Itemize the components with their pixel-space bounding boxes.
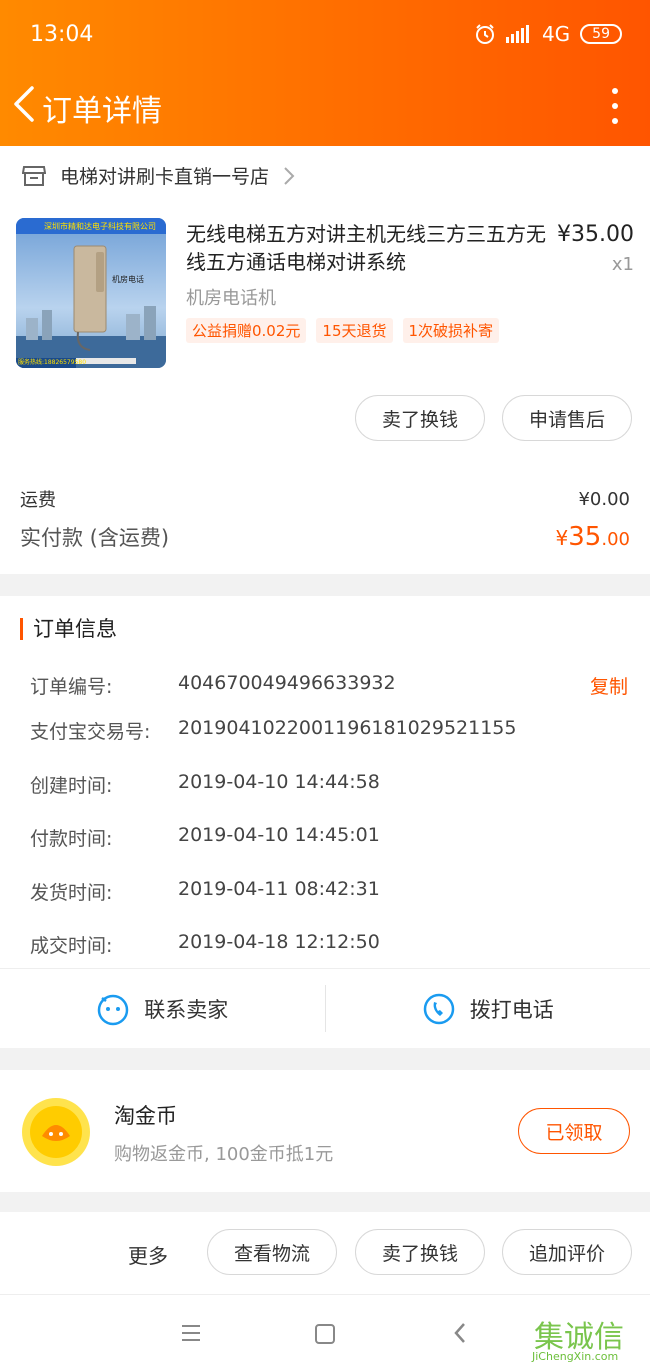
tag-return: 15天退货 <box>316 318 393 343</box>
watermark-site: JiChengXin.com <box>532 1350 619 1363</box>
image-label-text: 机房电话 <box>112 275 144 284</box>
tag-charity: 公益捐赠0.02元 <box>186 318 307 343</box>
info-row-shipped: 发货时间: 2019-04-11 08:42:31 <box>30 878 630 905</box>
system-nav-bar: 集诚信 JiChengXin.com <box>0 1294 650 1372</box>
tag-damage: 1次破损补寄 <box>402 318 500 343</box>
status-icons: 4G 59 <box>474 22 622 46</box>
info-value: 2019-04-11 08:42:31 <box>178 878 380 900</box>
contact-bar: 联系卖家 拨打电话 <box>0 968 650 1048</box>
info-value: 2019-04-10 14:44:58 <box>178 771 380 793</box>
product-title[interactable]: 无线电梯五方对讲主机无线三方三五方无线五方通话电梯对讲系统 <box>186 220 546 276</box>
store-name: 电梯对讲刷卡直销一号店 <box>60 166 270 188</box>
total-value: ¥35.00 <box>556 522 630 552</box>
info-row-paid: 付款时间: 2019-04-10 14:45:01 <box>30 824 630 851</box>
coins-title: 淘金币 <box>114 1104 177 1128</box>
back-arrow-icon[interactable] <box>10 84 40 124</box>
more-menu-icon[interactable] <box>610 88 620 124</box>
status-time: 13:04 <box>30 22 94 47</box>
more-button[interactable]: 更多 <box>128 1240 168 1269</box>
chat-face-icon <box>98 994 129 1025</box>
image-banner-text: 深圳市精和达电子科技有限公司 <box>44 222 156 231</box>
add-review-button[interactable]: 追加评价 <box>502 1229 632 1275</box>
page-title: 订单详情 <box>42 94 162 129</box>
total-decimal: .00 <box>601 529 630 550</box>
app-header: 13:04 4G 59 订单详情 <box>0 0 650 146</box>
network-type: 4G <box>541 22 571 46</box>
view-logistics-button[interactable]: 查看物流 <box>207 1229 337 1275</box>
order-info-card: 订单信息 订单编号: 404670049496633932 复制 支付宝交易号:… <box>0 596 650 1048</box>
contact-seller-button[interactable]: 联系卖家 <box>0 969 325 1048</box>
gold-coin-icon <box>22 1098 90 1166</box>
call-label: 拨打电话 <box>469 997 554 1022</box>
coins-claimed-button[interactable]: 已领取 <box>518 1108 630 1154</box>
store-icon <box>22 165 46 186</box>
image-hotline-text: 服务热线:18826579580 <box>18 359 87 366</box>
product-image[interactable]: 深圳市精和达电子科技有限公司 机房电话 服务热线:18826579580 <box>16 218 166 368</box>
bottom-action-bar: 更多 查看物流 卖了换钱 追加评价 <box>0 1212 650 1294</box>
signal-icon <box>505 25 529 43</box>
total-integer: 35 <box>568 522 602 552</box>
info-label: 创建时间: <box>30 775 113 797</box>
home-icon[interactable] <box>314 1323 336 1345</box>
info-row-completed: 成交时间: 2019-04-18 12:12:50 <box>30 931 630 958</box>
shipping-value: ¥0.00 <box>578 488 630 510</box>
info-label: 订单编号: <box>30 676 113 698</box>
menu-icon[interactable] <box>180 1323 202 1343</box>
coins-subtitle: 购物返金币, 100金币抵1元 <box>114 1144 334 1165</box>
contact-seller-label: 联系卖家 <box>144 997 229 1022</box>
copy-button[interactable]: 复制 <box>590 672 628 699</box>
product-card: 电梯对讲刷卡直销一号店 深圳市精和达电子科技有限公司 机房电话 服务热线:188… <box>0 146 650 574</box>
sell-button[interactable]: 卖了换钱 <box>355 395 485 441</box>
phone-icon <box>423 993 454 1024</box>
chevron-right-icon <box>284 166 295 185</box>
info-value: 2019-04-18 12:12:50 <box>178 931 380 953</box>
info-value: 2019-04-10 14:45:01 <box>178 824 380 846</box>
service-tags: 公益捐赠0.02元 15天退货 1次破损补寄 <box>186 318 500 343</box>
product-quantity: x1 <box>611 254 634 275</box>
after-sale-button[interactable]: 申请售后 <box>502 395 632 441</box>
product-spec: 机房电话机 <box>186 288 276 309</box>
order-info-title: 订单信息 <box>20 618 117 640</box>
info-value: 404670049496633932 <box>178 672 396 694</box>
info-row-created: 创建时间: 2019-04-10 14:44:58 <box>30 771 630 798</box>
watermark-logo: 集诚信 JiChengXin.com <box>528 1312 644 1366</box>
sell-button-bottom[interactable]: 卖了换钱 <box>355 1229 485 1275</box>
info-row-order-number: 订单编号: 404670049496633932 <box>30 672 630 699</box>
battery-indicator: 59 <box>580 24 622 44</box>
coins-card: 淘金币 购物返金币, 100金币抵1元 已领取 <box>0 1070 650 1192</box>
back-icon[interactable] <box>452 1321 468 1345</box>
total-label: 实付款 (含运费) <box>20 526 170 550</box>
total-currency: ¥ <box>555 526 569 550</box>
info-label: 发货时间: <box>30 882 113 904</box>
shipping-label: 运费 <box>20 490 56 511</box>
shipping-row: 运费 ¥0.00 <box>20 486 630 512</box>
info-row-alipay-number: 支付宝交易号: 2019041022001196181029521155 <box>30 717 630 744</box>
call-button[interactable]: 拨打电话 <box>326 969 650 1048</box>
alarm-icon <box>475 24 494 44</box>
info-label: 付款时间: <box>30 828 113 850</box>
info-label: 支付宝交易号: <box>30 721 151 743</box>
info-label: 成交时间: <box>30 935 113 957</box>
total-row: 实付款 (含运费) ¥35.00 <box>20 522 630 552</box>
info-value: 2019041022001196181029521155 <box>178 717 517 739</box>
store-link[interactable]: 电梯对讲刷卡直销一号店 <box>22 162 295 189</box>
product-price: ¥35.00 <box>557 222 634 247</box>
